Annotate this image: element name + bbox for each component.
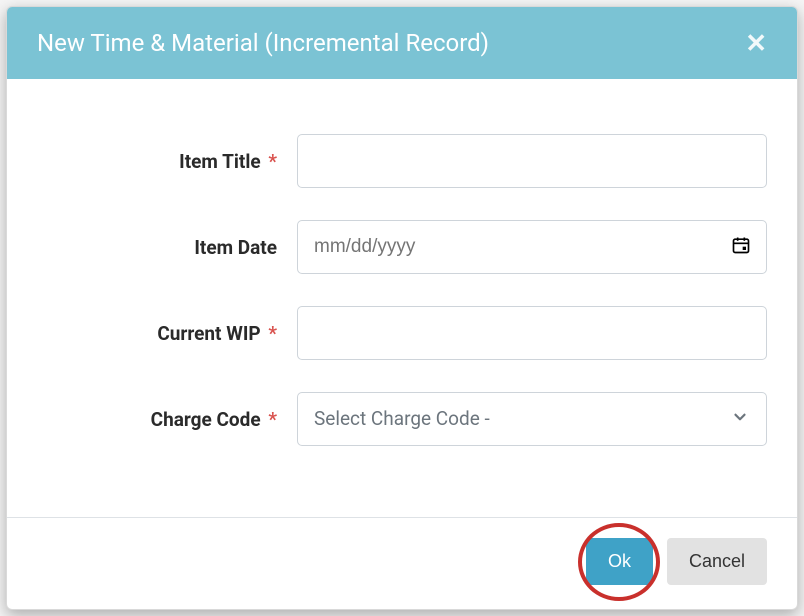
modal-header: New Time & Material (Incremental Record)… [7, 7, 797, 79]
current-wip-label: Current WIP * [37, 322, 297, 345]
modal-body: Item Title * Item Date [7, 79, 797, 517]
modal-dialog: New Time & Material (Incremental Record)… [6, 6, 798, 610]
charge-code-row: Charge Code * Select Charge Code - [37, 392, 767, 446]
required-marker: * [268, 150, 277, 173]
item-date-label-text: Item Date [194, 236, 277, 259]
item-date-row: Item Date [37, 220, 767, 274]
ok-button[interactable]: Ok [586, 538, 653, 585]
charge-code-select[interactable]: Select Charge Code - [297, 392, 767, 446]
charge-code-label-text: Charge Code [151, 408, 261, 431]
modal-footer: Ok Cancel [7, 517, 797, 609]
item-date-label: Item Date [37, 236, 297, 259]
modal-title: New Time & Material (Incremental Record) [37, 29, 489, 57]
cancel-button[interactable]: Cancel [667, 538, 767, 585]
current-wip-row: Current WIP * [37, 306, 767, 360]
current-wip-label-text: Current WIP [157, 322, 260, 345]
ok-button-wrapper: Ok [586, 538, 653, 585]
close-button[interactable]: ✕ [745, 30, 767, 56]
close-icon: ✕ [745, 28, 767, 58]
charge-code-label: Charge Code * [37, 408, 297, 431]
required-marker: * [268, 408, 277, 431]
date-input-wrapper [297, 220, 767, 274]
current-wip-input[interactable] [297, 306, 767, 360]
item-title-input[interactable] [297, 134, 767, 188]
required-marker: * [268, 322, 277, 345]
item-title-label-text: Item Title [179, 150, 260, 173]
item-date-input[interactable] [297, 220, 767, 274]
item-title-row: Item Title * [37, 134, 767, 188]
select-wrapper: Select Charge Code - [297, 392, 767, 446]
item-title-label: Item Title * [37, 150, 297, 173]
